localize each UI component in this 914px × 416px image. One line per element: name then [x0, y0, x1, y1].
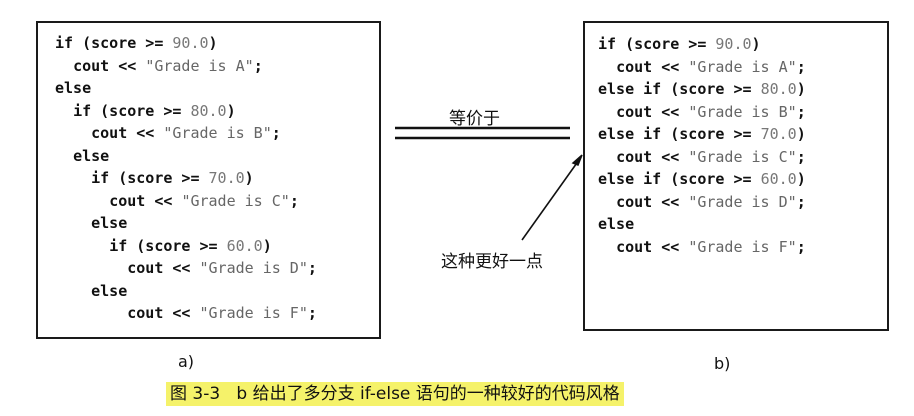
panel-a-label: a) — [178, 352, 195, 371]
figure-caption: 图 3-3 b 给出了多分支 if-else 语句的一种较好的代码风格 — [166, 382, 624, 406]
equivalence-label: 等价于 — [449, 109, 500, 129]
annotation-arrow-head — [571, 154, 583, 166]
annotation-arrow-shaft — [521, 159, 580, 241]
connector-graphics — [395, 126, 583, 241]
panel-b-label: b) — [714, 354, 731, 373]
better-style-annotation: 这种更好一点 — [441, 252, 543, 272]
